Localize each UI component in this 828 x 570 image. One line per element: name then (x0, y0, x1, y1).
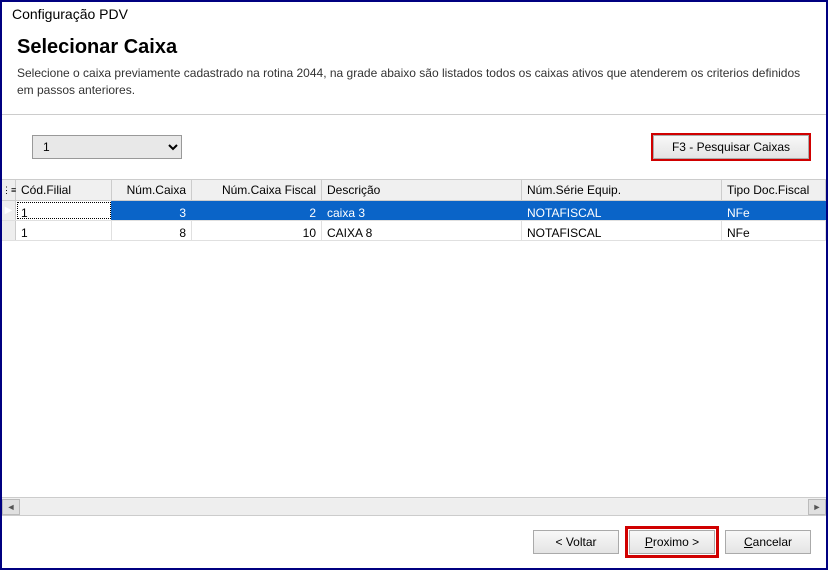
footer-buttons: < Voltar Proximo > Cancelar (2, 515, 826, 568)
cell-num-caixa[interactable]: 3 (112, 201, 192, 220)
row-indicator-icon (2, 221, 16, 240)
cell-cod-filial[interactable]: 1 (16, 221, 112, 240)
back-button[interactable]: < Voltar (533, 530, 619, 554)
cell-num-serie[interactable]: NOTAFISCAL (522, 201, 722, 220)
cell-num-serie[interactable]: NOTAFISCAL (522, 221, 722, 240)
back-button-label: < Voltar (555, 535, 596, 549)
scroll-right-arrow[interactable]: ► (808, 499, 826, 515)
col-header-num-caixa-fiscal[interactable]: Núm.Caixa Fiscal (192, 180, 322, 200)
col-header-tipo-doc[interactable]: Tipo Doc.Fiscal (722, 180, 826, 200)
col-header-num-caixa[interactable]: Núm.Caixa (112, 180, 192, 200)
cell-num-caixa-fiscal[interactable]: 2 (192, 201, 322, 220)
window-title: Configuração PDV (2, 2, 826, 26)
scroll-left-arrow[interactable]: ◄ (2, 499, 20, 515)
window-frame: Configuração PDV Selecionar Caixa Seleci… (0, 0, 828, 570)
controls-row: 1 F3 - Pesquisar Caixas (2, 115, 826, 179)
table-row[interactable]: ▶132caixa 3NOTAFISCALNFe (2, 201, 826, 221)
cancel-button[interactable]: Cancelar (725, 530, 811, 554)
cancel-button-hotkey: C (744, 535, 753, 549)
cell-num-caixa-fiscal[interactable]: 10 (192, 221, 322, 240)
cell-cod-filial[interactable]: 1 (16, 201, 112, 220)
cell-descricao[interactable]: caixa 3 (322, 201, 522, 220)
cancel-button-rest: ancelar (753, 535, 792, 549)
page-description: Selecione o caixa previamente cadastrado… (17, 65, 811, 99)
row-indicator-icon: ▶ (2, 201, 16, 220)
search-button-highlight: F3 - Pesquisar Caixas (651, 133, 811, 161)
col-header-num-serie[interactable]: Núm.Série Equip. (522, 180, 722, 200)
grid-container: ⋮≡ Cód.Filial Núm.Caixa Núm.Caixa Fiscal… (2, 179, 826, 515)
next-button-highlight: Proximo > (625, 526, 719, 558)
search-caixas-button[interactable]: F3 - Pesquisar Caixas (653, 135, 809, 159)
scroll-track[interactable] (20, 499, 808, 515)
grid-body: ▶132caixa 3NOTAFISCALNFe1810CAIXA 8NOTAF… (2, 201, 826, 497)
grid-indicator-header[interactable]: ⋮≡ (2, 180, 16, 200)
cell-descricao[interactable]: CAIXA 8 (322, 221, 522, 240)
filial-select[interactable]: 1 (32, 135, 182, 159)
page-title: Selecionar Caixa (17, 36, 811, 59)
next-button[interactable]: Proximo > (629, 530, 715, 554)
cell-num-caixa[interactable]: 8 (112, 221, 192, 240)
header-section: Selecionar Caixa Selecione o caixa previ… (2, 26, 826, 115)
next-button-rest: roximo > (653, 535, 699, 549)
cell-tipo-doc[interactable]: NFe (722, 221, 826, 240)
next-button-hotkey: P (645, 535, 653, 549)
grid-header: ⋮≡ Cód.Filial Núm.Caixa Núm.Caixa Fiscal… (2, 179, 826, 201)
horizontal-scrollbar[interactable]: ◄ ► (2, 497, 826, 515)
col-header-cod-filial[interactable]: Cód.Filial (16, 180, 112, 200)
col-header-descricao[interactable]: Descrição (322, 180, 522, 200)
cell-tipo-doc[interactable]: NFe (722, 201, 826, 220)
table-row[interactable]: 1810CAIXA 8NOTAFISCALNFe (2, 221, 826, 241)
